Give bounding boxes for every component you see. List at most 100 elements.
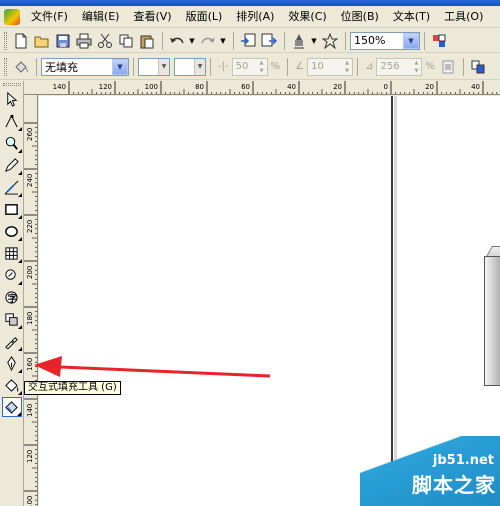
open-button[interactable] [32,31,52,51]
spin-arrows[interactable]: ▲ ▼ [342,59,352,75]
ruler-label: 0 [384,83,388,91]
chevron-down-icon[interactable]: ▼ [194,58,205,75]
copy-button[interactable] [116,31,136,51]
fill-type-combo[interactable]: 无填充 ▼ [41,57,129,76]
menu-file[interactable]: 文件(F) [24,7,75,27]
flyout-indicator [17,193,22,197]
ruler-label: 160 [26,358,34,371]
new-document-button[interactable] [11,31,31,51]
toolbar-grip[interactable] [4,57,7,76]
menu-view[interactable]: 查看(V) [126,7,178,27]
edge-pad-unit: % [425,61,435,72]
fill-options-button[interactable] [438,57,458,77]
zoom-level-value: 150% [354,34,386,47]
menu-tools[interactable]: 工具(O) [437,7,490,27]
app-icon[interactable] [4,8,20,25]
end-color-picker[interactable]: ▼ [174,57,206,76]
import-button[interactable] [238,31,258,51]
flyout-indicator [17,325,22,329]
ruler-label: 40 [471,83,480,91]
menu-layout[interactable]: 版面(L) [179,7,230,27]
welcome-screen-button[interactable] [320,31,340,51]
menu-effects[interactable]: 效果(C) [281,7,333,27]
pick-tool[interactable] [2,89,22,109]
cut-button[interactable] [95,31,115,51]
toolbar-separator [357,57,359,76]
freehand-tool[interactable] [2,155,22,175]
toolbar-separator [162,31,163,50]
fill-presets-button[interactable] [11,57,31,77]
export-button[interactable] [259,31,279,51]
ruler-label: 100 [145,83,158,91]
interactive-fill-tool[interactable] [1,397,22,417]
toolbar-separator [345,31,346,50]
graph-paper-tool[interactable] [2,243,22,263]
menu-edit[interactable]: 编辑(E) [75,7,127,27]
vertical-ruler[interactable]: 260 240 220 200 180 160 140 120 100 [24,95,38,506]
eyedropper-tool[interactable] [2,331,22,351]
outline-tool[interactable] [2,353,22,373]
midpoint-value: 50 [235,61,249,72]
start-color-picker[interactable]: ▼ [138,57,170,76]
print-button[interactable] [74,31,94,51]
toolbar-grip[interactable] [4,31,7,50]
cube-shape[interactable] [484,256,500,386]
redo-button[interactable] [198,31,218,51]
ruler-label: 240 [26,174,34,187]
copy-properties-icon [471,60,485,73]
flyout-indicator [16,412,21,416]
edge-pad-value: 256 [380,61,400,72]
text-icon: 字 [5,290,18,304]
property-bar: 无填充 ▼ ▼ ▼ -|- 50 ▲ ▼ % ∠ 10 ▲ ▼ ⊿ 256 ▲ ▼ % [0,54,500,80]
ruler-label: 180 [26,312,34,325]
ruler-label: 260 [26,128,34,141]
menu-arrange[interactable]: 排列(A) [229,7,281,27]
horizontal-ruler-scale: 140 120 100 80 60 40 20 0 20 40 [53,81,498,94]
undo-dropdown-arrow[interactable]: ▼ [188,37,196,45]
toolbox-grip[interactable] [2,83,21,86]
redo-dropdown-arrow[interactable]: ▼ [219,37,227,45]
undo-button[interactable] [167,31,187,51]
launcher-dropdown-arrow[interactable]: ▼ [310,37,318,45]
horizontal-ruler[interactable]: 140 120 100 80 60 40 20 0 20 40 [24,81,500,95]
interactive-blend-tool[interactable] [2,309,22,329]
spin-arrows[interactable]: ▲ ▼ [411,59,421,75]
angle-spinbox[interactable]: 10 ▲ ▼ [307,57,354,76]
flyout-indicator [17,259,22,263]
rectangle-tool[interactable] [2,199,22,219]
toolbar-separator [36,57,37,76]
angle-value: 10 [311,61,324,72]
smart-drawing-tool[interactable] [2,177,22,197]
tool-tooltip: 交互式填充工具 (G) [24,381,121,395]
ruler-label: 200 [26,266,34,279]
application-launcher-button[interactable] [289,31,309,51]
chevron-down-icon[interactable]: ▼ [158,58,169,75]
flyout-indicator [17,369,22,373]
corel-online-button[interactable] [429,31,449,51]
chevron-down-icon[interactable]: ▼ [112,58,128,75]
basic-shapes-tool[interactable] [2,265,22,285]
watermark-name: 脚本之家 [412,473,496,497]
text-tool[interactable]: 字 [2,287,22,307]
chevron-down-icon[interactable]: ▼ [403,32,419,49]
ellipse-tool[interactable] [2,221,22,241]
spin-arrows[interactable]: ▲ ▼ [257,59,267,75]
paste-icon [140,35,154,48]
paste-button[interactable] [137,31,157,51]
fill-tool[interactable] [2,375,22,395]
open-folder-icon [34,36,49,47]
copy-fill-properties-button[interactable] [468,57,488,77]
midpoint-spinbox[interactable]: 50 ▲ ▼ [231,57,268,76]
zoom-level-combo[interactable]: 150% ▼ [350,31,420,50]
zoom-tool[interactable] [2,133,22,153]
ruler-label: 140 [53,83,66,91]
corel-online-icon [433,34,446,47]
shape-tool[interactable] [2,111,22,131]
save-button[interactable] [53,31,73,51]
edge-pad-spinbox[interactable]: 256 ▲ ▼ [376,57,423,76]
flyout-indicator [17,215,22,219]
flyout-indicator [17,391,22,395]
menu-text[interactable]: 文本(T) [386,7,437,27]
menu-bitmaps[interactable]: 位图(B) [334,7,386,27]
fill-type-value: 无填充 [45,60,78,74]
